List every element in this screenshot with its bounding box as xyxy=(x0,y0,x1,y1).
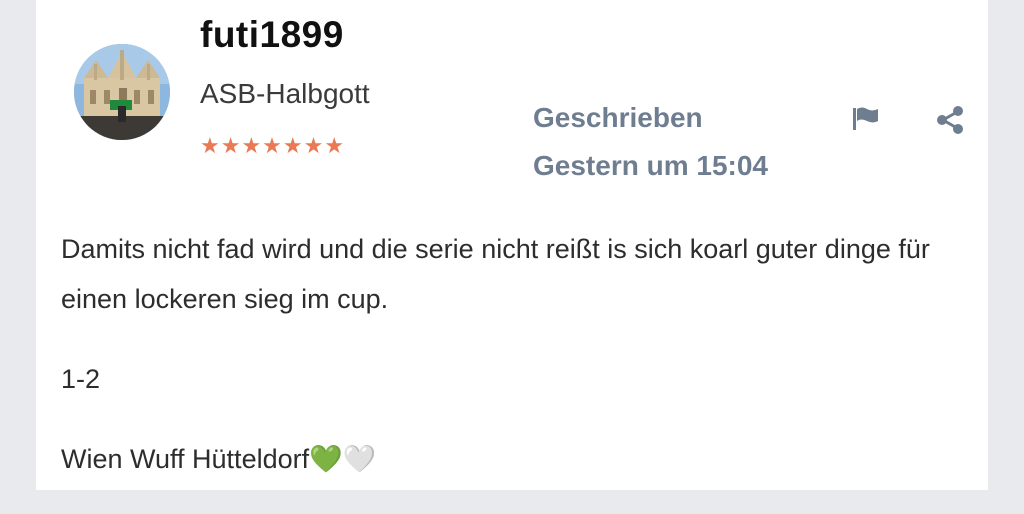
avatar-image xyxy=(74,44,170,140)
post-content: Damits nicht fad wird und die serie nich… xyxy=(61,224,961,514)
post-date[interactable]: Gestern um 15:04 xyxy=(533,150,768,182)
post-card: futi1899 ASB-Halbgott ★★★★★★★ Geschriebe… xyxy=(36,0,988,490)
share-icon[interactable] xyxy=(934,104,966,136)
author-username[interactable]: futi1899 xyxy=(200,14,344,56)
post-paragraph: Wien Wuff Hütteldorf💚🤍 xyxy=(61,444,377,474)
post-paragraph: Damits nicht fad wird und die serie nich… xyxy=(61,234,930,314)
author-rank: ASB-Halbgott xyxy=(200,78,370,109)
post-paragraph: 1-2 xyxy=(61,364,101,394)
rank-stars: ★★★★★★★ xyxy=(200,133,346,158)
flag-icon[interactable] xyxy=(850,104,882,136)
post-meta-label: Geschrieben xyxy=(533,102,703,133)
avatar[interactable] xyxy=(74,44,170,140)
